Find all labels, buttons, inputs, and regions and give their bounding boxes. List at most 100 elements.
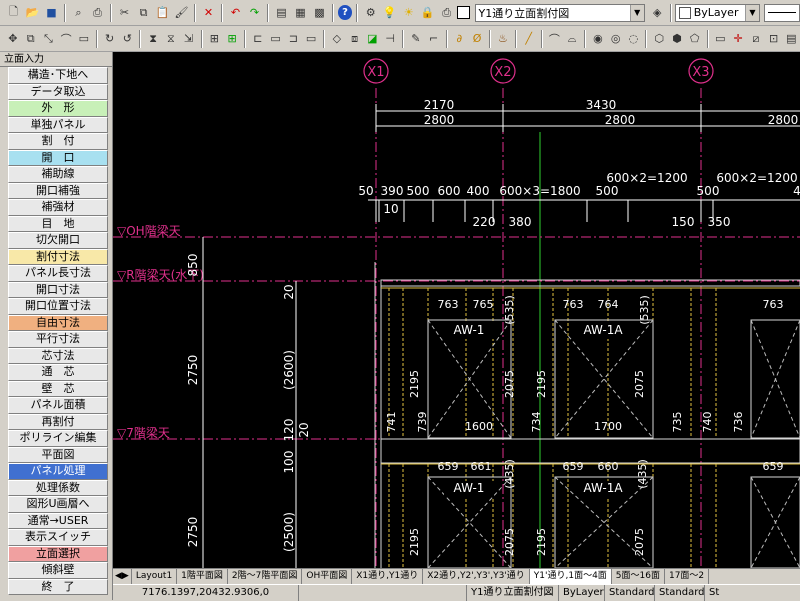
chevron-down-icon[interactable]: ▼ (745, 4, 759, 21)
stretch-icon[interactable]: ⤡ (41, 30, 57, 48)
extend-icon[interactable]: ⊐ (286, 30, 302, 48)
view-combo[interactable]: Y1通り立面割付図 ▼ (474, 3, 645, 22)
tab-nav-arrows[interactable]: ◀▶ (113, 569, 132, 584)
panel-item[interactable]: パネル長寸法 (8, 265, 108, 282)
color-square-icon[interactable] (457, 6, 470, 19)
line-icon[interactable]: ╱ (521, 30, 537, 48)
layout-tab[interactable]: 2階〜7階平面図 (228, 569, 303, 584)
panel-item[interactable]: 通 芯 (8, 364, 108, 381)
offset-icon[interactable]: ⧈ (347, 30, 363, 48)
circle-icon[interactable]: ◉ (590, 30, 606, 48)
layout-tab[interactable]: 5面〜16面 (612, 569, 665, 584)
mirror-icon[interactable]: ⧗ (145, 30, 161, 48)
break-icon[interactable]: ⊏ (250, 30, 266, 48)
panel-item[interactable]: 平行寸法 (8, 331, 108, 348)
explode-icon[interactable]: ◇ (329, 30, 345, 48)
panel-item[interactable]: 図形U画層へ (8, 496, 108, 513)
layout-tab[interactable]: 1階平面図 (177, 569, 228, 584)
printer-layer-icon[interactable]: ⎙ (438, 4, 455, 22)
join-icon[interactable]: ▭ (303, 30, 319, 48)
tool-palette-icon[interactable]: ▩ (311, 4, 328, 22)
layout-tab[interactable]: X1通り,Y1通り (352, 569, 424, 584)
new-file-icon[interactable]: 🗋 (5, 4, 22, 22)
polyarc-icon[interactable]: ⌓ (564, 30, 580, 48)
arc-icon[interactable]: ⌒ (547, 30, 563, 48)
copy-icon[interactable]: ⧉ (135, 4, 152, 22)
panel-item[interactable]: 平面図 (8, 446, 108, 463)
fillet-icon[interactable]: ⌒ (58, 30, 74, 48)
panel-item[interactable]: 構造･下地へ (8, 67, 108, 84)
panel-item[interactable]: 開 口 (8, 149, 108, 166)
panel-item[interactable]: 割付寸法 (8, 248, 108, 265)
print-preview-icon[interactable]: ⌕ (70, 4, 87, 22)
panel-item[interactable]: 開口位置寸法 (8, 298, 108, 315)
design-center-icon[interactable]: ▦ (292, 4, 309, 22)
panel-item[interactable]: 再割付 (8, 413, 108, 430)
rectangle-icon[interactable]: ▭ (76, 30, 92, 48)
panel-item[interactable]: 表示スイッチ (8, 529, 108, 546)
trim-icon[interactable]: ▭ (268, 30, 284, 48)
panel-item[interactable]: 立面選択 (8, 545, 108, 562)
layout-tab[interactable]: OH平面図 (302, 569, 353, 584)
delete-icon[interactable]: ✕ (200, 4, 217, 22)
scale-icon[interactable]: ⇲ (181, 30, 197, 48)
panel-item[interactable]: データ取込 (8, 83, 108, 100)
panel-item[interactable]: 切欠開口 (8, 232, 108, 249)
corner-icon[interactable]: ⌐ (426, 30, 442, 48)
layer-manager-icon[interactable]: ⚙ (362, 4, 379, 22)
rect-draw-icon[interactable]: ▭ (713, 30, 729, 48)
panel-item[interactable]: 開口補強 (8, 182, 108, 199)
region-icon[interactable]: ⬢ (669, 30, 685, 48)
bulb-icon[interactable]: 💡 (381, 4, 398, 22)
panel-item[interactable]: 外 形 (8, 100, 108, 117)
panel-item[interactable]: 壁 芯 (8, 380, 108, 397)
panel-item[interactable]: 補強材 (8, 199, 108, 216)
panel-item[interactable]: 単独パネル (8, 116, 108, 133)
drawing-canvas[interactable]: X1 X2 X3 2170 3430 2800 2800 2800 50 390 500 600 400… (113, 52, 800, 568)
group-icon[interactable]: ⊞ (224, 30, 240, 48)
boundary-icon[interactable]: ⬠ (687, 30, 703, 48)
hatch-icon[interactable]: ⬡ (651, 30, 667, 48)
panel-item[interactable]: パネル処理 (8, 463, 108, 480)
point-icon[interactable]: ✛ (730, 30, 746, 48)
polyline-icon[interactable]: ∂ (452, 30, 468, 48)
array-icon[interactable]: ⊞ (207, 30, 223, 48)
block-icon[interactable]: ⧄ (748, 30, 764, 48)
spline-icon[interactable]: Ø (469, 30, 485, 48)
layer-previous-icon[interactable]: ◈ (649, 4, 666, 22)
lengthen-icon[interactable]: ⊣ (382, 30, 398, 48)
panel-item[interactable]: 通常→USER (8, 512, 108, 529)
paste-icon[interactable]: 📋 (154, 4, 171, 22)
open-file-icon[interactable]: 📂 (24, 4, 41, 22)
undo-icon[interactable]: ↶ (227, 4, 244, 22)
rotate-icon[interactable]: ↻ (102, 30, 118, 48)
panel-item[interactable]: 開口寸法 (8, 281, 108, 298)
panel-item[interactable]: 傾斜壁 (8, 562, 108, 579)
cut-icon[interactable]: ✂ (116, 4, 133, 22)
panel-item[interactable]: 自由寸法 (8, 314, 108, 331)
panel-item[interactable]: パネル面積 (8, 397, 108, 414)
lock-icon[interactable]: 🔒 (419, 4, 436, 22)
copy-object-icon[interactable]: ⧉ (23, 30, 39, 48)
save-icon[interactable]: ■ (43, 4, 60, 22)
rotate-ccw-icon[interactable]: ↺ (120, 30, 136, 48)
panel-item[interactable]: 処理係数 (8, 479, 108, 496)
ellipse-icon[interactable]: ◎ (608, 30, 624, 48)
panel-item[interactable]: 割 付 (8, 133, 108, 150)
insert-icon[interactable]: ⊡ (766, 30, 782, 48)
chamfer-icon[interactable]: ◪ (365, 30, 381, 48)
panel-item[interactable]: ポリライン編集 (8, 430, 108, 447)
panel-item[interactable]: 芯寸法 (8, 347, 108, 364)
paint-icon[interactable]: ♨ (495, 30, 511, 48)
donut-icon[interactable]: ◌ (626, 30, 642, 48)
table-icon[interactable]: ▤ (784, 30, 800, 48)
linetype-combo[interactable] (764, 3, 800, 22)
properties-icon[interactable]: ▤ (273, 4, 290, 22)
sun-icon[interactable]: ☀ (400, 4, 417, 22)
cad-drawing[interactable]: X1 X2 X32170 34302800 2800 280050 390 500 600 400… (113, 52, 800, 568)
panel-item[interactable]: 終 了 (8, 578, 108, 595)
panel-item[interactable]: 補助線 (8, 166, 108, 183)
pencil-icon[interactable]: ✎ (408, 30, 424, 48)
redo-icon[interactable]: ↷ (246, 4, 263, 22)
panel-item[interactable]: 目 地 (8, 215, 108, 232)
